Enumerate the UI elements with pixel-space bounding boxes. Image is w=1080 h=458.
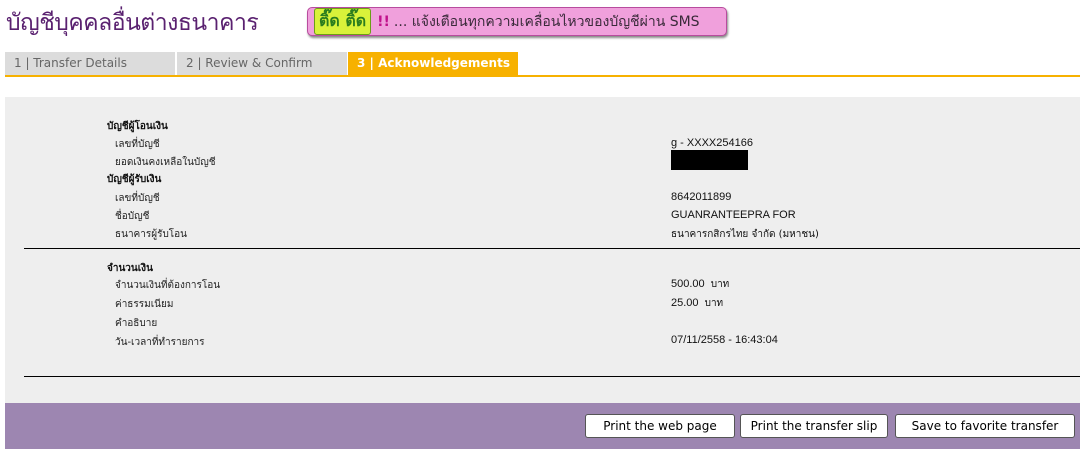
- divider: [24, 248, 1080, 249]
- banner-text: ... แจ้งเตือนทุกความเคลื่อนไหวของบัญชีผ่…: [393, 13, 700, 30]
- description-label: คำอธิบาย: [115, 318, 158, 329]
- print-transfer-slip-button[interactable]: Print the transfer slip: [740, 414, 888, 438]
- from-account-number: g - XXXX254166: [671, 137, 753, 149]
- datetime-label: วัน-เวลาที่ทำรายการ: [115, 337, 205, 348]
- divider: [24, 376, 1080, 377]
- sms-alert-banner[interactable]: ติ๊ด ติ๊ด !! ... แจ้งเตือนทุกความเคลื่อน…: [307, 7, 727, 36]
- transfer-amount-label: จำนวนเงินที่ต้องการโอน: [115, 280, 221, 291]
- tab-acknowledgements: 3 | Acknowledgements: [348, 52, 518, 75]
- action-bar: Print the web page Print the transfer sl…: [5, 403, 1080, 449]
- amount-heading: จำนวนเงิน: [107, 263, 153, 274]
- acknowledgement-panel: บัญชีผู้โอนเงิน เลขที่บัญชี g - XXXX2541…: [5, 97, 1080, 406]
- transfer-amount: 500.00 บาท: [671, 277, 729, 292]
- fee-label: ค่าธรรมเนียม: [115, 299, 174, 310]
- from-account-heading: บัญชีผู้โอนเงิน: [107, 121, 168, 132]
- tab-transfer-details: 1 | Transfer Details: [5, 52, 175, 75]
- bank-name: ธนาคารกสิกรไทย จำกัด (มหาชน): [671, 229, 819, 240]
- fee-amount: 25.00 บาท: [671, 296, 723, 311]
- to-account-name-label: ชื่อบัญชี: [115, 211, 150, 222]
- to-account-heading: บัญชีผู้รับเงิน: [107, 174, 162, 185]
- page-title: บัญชีบุคคลอื่นต่างธนาคาร: [6, 10, 259, 36]
- transfer-amount-value: 500.00: [671, 278, 705, 290]
- banner-exclamation: !!: [377, 13, 390, 30]
- save-favorite-transfer-button[interactable]: Save to favorite transfer: [895, 414, 1075, 438]
- fee-value: 25.00: [671, 297, 699, 309]
- datetime-value: 07/11/2558 - 16:43:04: [671, 334, 778, 346]
- balance-masked: [671, 150, 748, 170]
- from-account-number-label: เลขที่บัญชี: [115, 139, 160, 150]
- to-account-number-label: เลขที่บัญชี: [115, 193, 160, 204]
- print-web-page-button[interactable]: Print the web page: [585, 414, 735, 438]
- step-tabs: 1 | Transfer Details 2 | Review & Confir…: [5, 52, 1080, 77]
- tab-review-confirm: 2 | Review & Confirm: [177, 52, 347, 75]
- to-account-name: GUANRANTEEPRA FOR: [671, 209, 796, 221]
- to-account-number: 8642011899: [671, 191, 732, 203]
- banner-tick-label: ติ๊ด ติ๊ด: [314, 8, 372, 35]
- fee-currency: บาท: [704, 298, 724, 309]
- balance-label: ยอดเงินคงเหลือในบัญชี: [115, 157, 216, 168]
- bank-label: ธนาคารผู้รับโอน: [115, 229, 188, 240]
- transfer-currency: บาท: [710, 279, 730, 290]
